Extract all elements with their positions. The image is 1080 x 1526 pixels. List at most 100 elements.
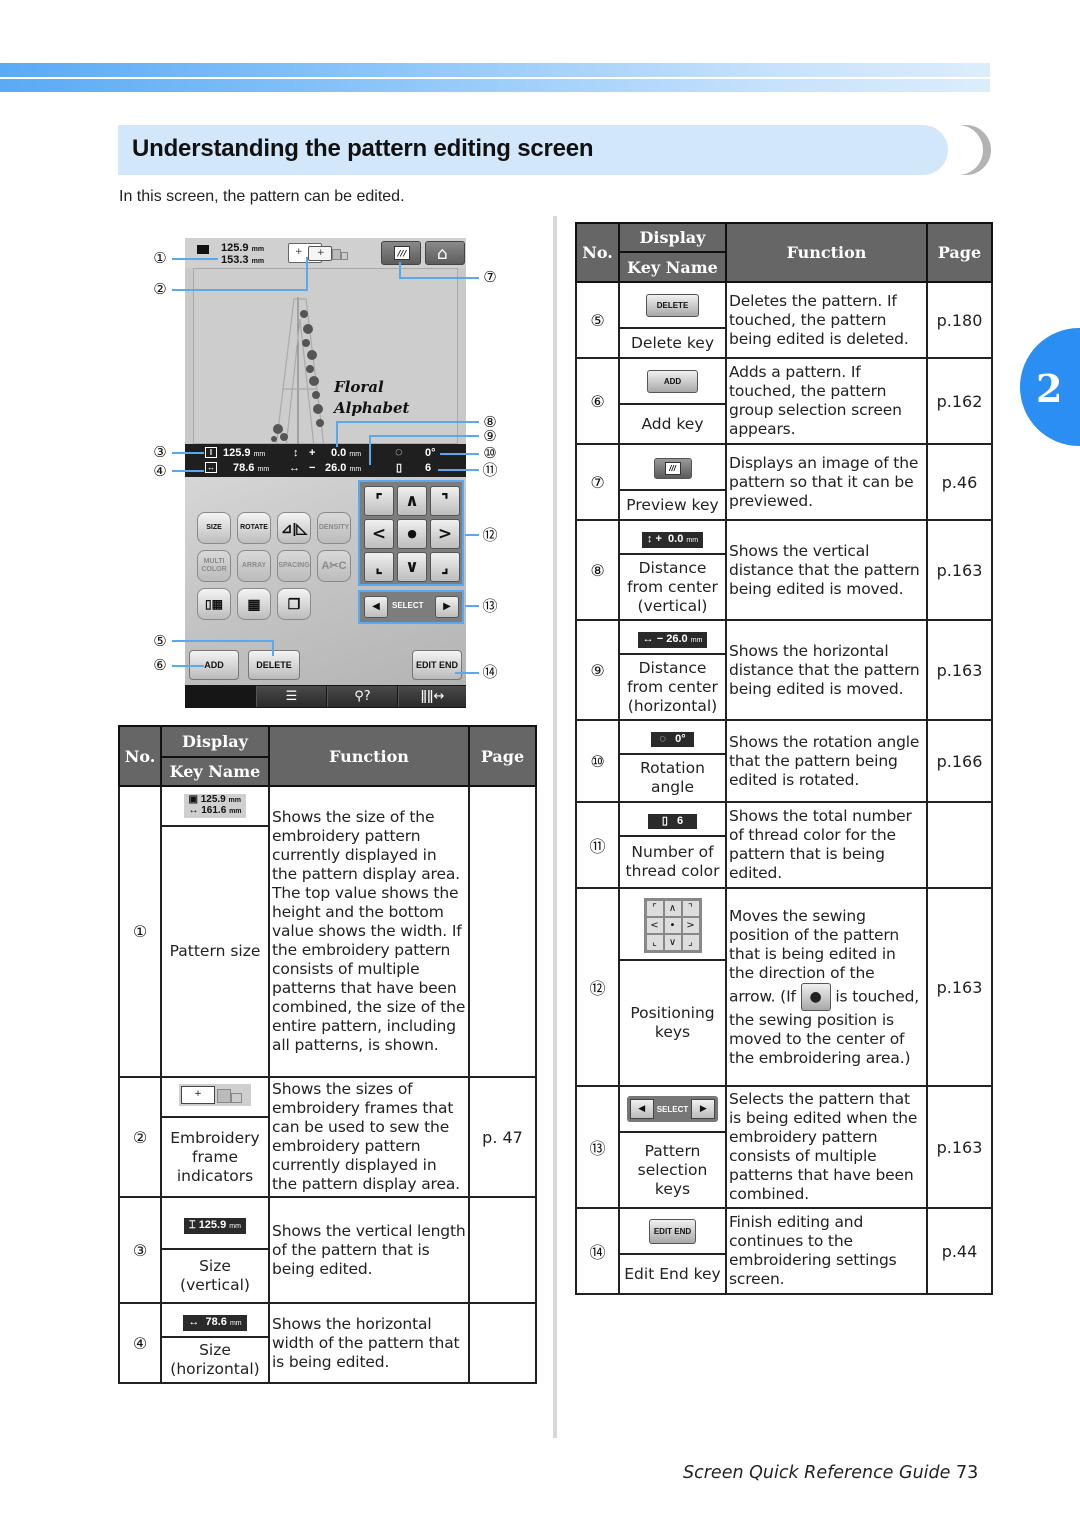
function-text: Moves the sewing position of the pattern… — [725, 887, 928, 1087]
page-number: 73 — [955, 1463, 979, 1483]
header-key-name: Key Name — [618, 251, 727, 283]
letter-cut-button[interactable]: A✂C — [317, 550, 351, 582]
list-icon: ☰ — [285, 689, 298, 704]
pattern-preview: Floral Alphabet — [271, 297, 409, 445]
home-button[interactable]: ⌂ — [425, 241, 465, 265]
pattern-list-button[interactable]: ☰ — [256, 686, 326, 707]
preview-icon: /// — [664, 461, 681, 475]
frame-xsmall-icon — [341, 252, 348, 260]
positioning-keypad: ⌜ ∧ ⌝ < ● > ⌞ ∨ ⌟ — [358, 480, 464, 586]
function-text: Adds a pattern. If touched, the pattern … — [725, 357, 928, 445]
size-button[interactable]: SIZE — [197, 512, 231, 544]
distance-horizontal-readout: 26.0 mm — [325, 462, 361, 476]
select-next-button[interactable]: ▶ — [435, 596, 459, 618]
row-number: ⑫ — [575, 887, 620, 1087]
thread-settings-button[interactable]: ǁǁ↔ — [398, 686, 466, 707]
pattern-size-readout: 125.9 mm 153.3 mm — [221, 243, 264, 267]
letter-cut-icon: A✂C — [321, 560, 347, 572]
callout-1: ① — [153, 249, 167, 267]
distance-horizontal-sign: − — [309, 462, 316, 474]
array-button[interactable]: ARRAY — [237, 550, 271, 582]
function-text: Shows the horizontal distance that the p… — [725, 619, 928, 721]
pattern-display-area[interactable]: Floral Alphabet — [193, 268, 458, 445]
width-icon: ↔ — [205, 462, 217, 473]
move-center-button[interactable]: ● — [397, 519, 427, 549]
select-previous-button[interactable]: ◀ — [364, 596, 388, 618]
preview-icon: /// — [394, 246, 410, 260]
size-vertical-value: 125.9 — [223, 447, 251, 459]
move-up-button[interactable]: ∧ — [397, 486, 427, 516]
page-ref: p.163 — [926, 519, 993, 621]
callout-7: ⑦ — [483, 268, 497, 286]
function-text: Displays an image of the pattern so that… — [725, 443, 928, 521]
reference-table-right: No. Display Function Page Key Name ⑤ DEL… — [575, 222, 993, 1295]
page-ref: p.163 — [926, 887, 993, 1087]
distance-vertical-sign: + — [309, 447, 316, 459]
move-down-button[interactable]: ∨ — [397, 552, 427, 582]
row-number: ⑦ — [575, 443, 620, 521]
density-button[interactable]: DENSITY — [317, 512, 351, 544]
positioning-keys-icon: ⌜ ∧ ⌝ < • > ⌞ ∨ ⌟ — [643, 897, 702, 953]
pattern-caption-line2: Alphabet — [332, 399, 409, 417]
duplicate-button[interactable]: ❐ — [277, 588, 311, 620]
function-text: Shows the total number of thread color f… — [725, 801, 928, 889]
unit-label: mm — [690, 636, 703, 644]
move-right-button[interactable]: > — [430, 519, 460, 549]
size-horizontal-display: ↔ 78.6 mm — [183, 1314, 247, 1331]
rotation-icon: ◌ — [395, 444, 403, 459]
display-cell: + — [160, 1076, 270, 1118]
help-button[interactable]: ⚲? — [327, 686, 397, 707]
callout-line-8 — [336, 421, 479, 423]
display-sign: − — [656, 632, 664, 645]
key-name: Distance from center (vertical) — [618, 553, 727, 621]
display-cell: ⌶ 125.9 mm — [160, 1196, 270, 1250]
intro-text: In this screen, the pattern can be edite… — [119, 188, 405, 205]
pattern-editing-screen: 125.9 mm 153.3 mm + + /// ⌂ Floral Alpha… — [185, 238, 466, 708]
display-cell: ▣ 125.9 mm ↔ 161.6 mm — [160, 785, 270, 827]
key-name: Delete key — [618, 327, 727, 359]
spacing-button[interactable]: SPACING — [277, 550, 311, 582]
screen-bottom-bar: ☰ ⚲? ǁǁ↔ — [185, 685, 466, 708]
mirror-button[interactable]: ⊿|◺ — [277, 512, 311, 544]
move-up-right-button[interactable]: ⌝ — [430, 486, 460, 516]
home-icon: ⌂ — [437, 244, 448, 264]
callout-line-6 — [172, 665, 204, 667]
unit-label: mm — [686, 536, 699, 544]
page-ref: p.166 — [926, 719, 993, 803]
thread-color-count: 6 — [425, 462, 432, 474]
key-name: Edit End key — [618, 1253, 727, 1295]
edit-controls: SIZE ROTATE ⊿|◺ DENSITY MULTI COLOR ARRA… — [185, 477, 466, 685]
key-name: Size (vertical) — [160, 1248, 270, 1304]
display-cell: ↔ − 26.0 mm — [618, 619, 727, 655]
page-ref: p.162 — [926, 357, 993, 445]
table-row: ③ ⌶ 125.9 mm Shows the vertical length o… — [118, 1196, 537, 1304]
page-ref — [468, 785, 537, 1078]
header-key-name: Key Name — [160, 756, 270, 787]
row-number: ⑬ — [575, 1085, 620, 1209]
move-left-button[interactable]: < — [364, 519, 394, 549]
move-down-right-button[interactable]: ⌟ — [430, 552, 460, 582]
edit-end-key-image: EDIT END — [648, 1218, 697, 1244]
grid-button[interactable]: ▦ — [237, 588, 271, 620]
table-row: ① ▣ 125.9 mm ↔ 161.6 mm Shows the size of… — [118, 785, 537, 1078]
thread-spool-icon: ▯ — [396, 462, 403, 474]
row-number: ⑤ — [575, 281, 620, 359]
edit-end-button[interactable]: EDIT END — [412, 650, 462, 680]
multi-color-button[interactable]: MULTI COLOR — [197, 550, 231, 582]
unit-label: mm — [229, 1222, 241, 1230]
display-value: 125.9 — [198, 1218, 227, 1231]
row-number: ⑪ — [575, 801, 620, 889]
rotate-button[interactable]: ROTATE — [237, 512, 271, 544]
table-row: ⑨ ↔ − 26.0 mm Shows the horizontal dista… — [575, 619, 993, 721]
preview-button[interactable]: /// — [381, 241, 421, 265]
key-name: Size (horizontal) — [160, 1336, 270, 1384]
move-up-left-button[interactable]: ⌜ — [364, 486, 394, 516]
delete-button[interactable]: DELETE — [248, 650, 300, 680]
move-down-left-button[interactable]: ⌞ — [364, 552, 394, 582]
callout-line-9 — [369, 435, 479, 437]
border-button[interactable]: ▯▦ — [197, 588, 231, 620]
distance-vertical-display: ↕ + 0.0 mm — [641, 531, 704, 548]
triangle-left-icon: ◀ — [629, 1099, 654, 1119]
function-text: Shows the sizes of embroidery frames tha… — [268, 1076, 470, 1198]
table-row: ② + Shows the sizes of embroidery frames… — [118, 1076, 537, 1198]
